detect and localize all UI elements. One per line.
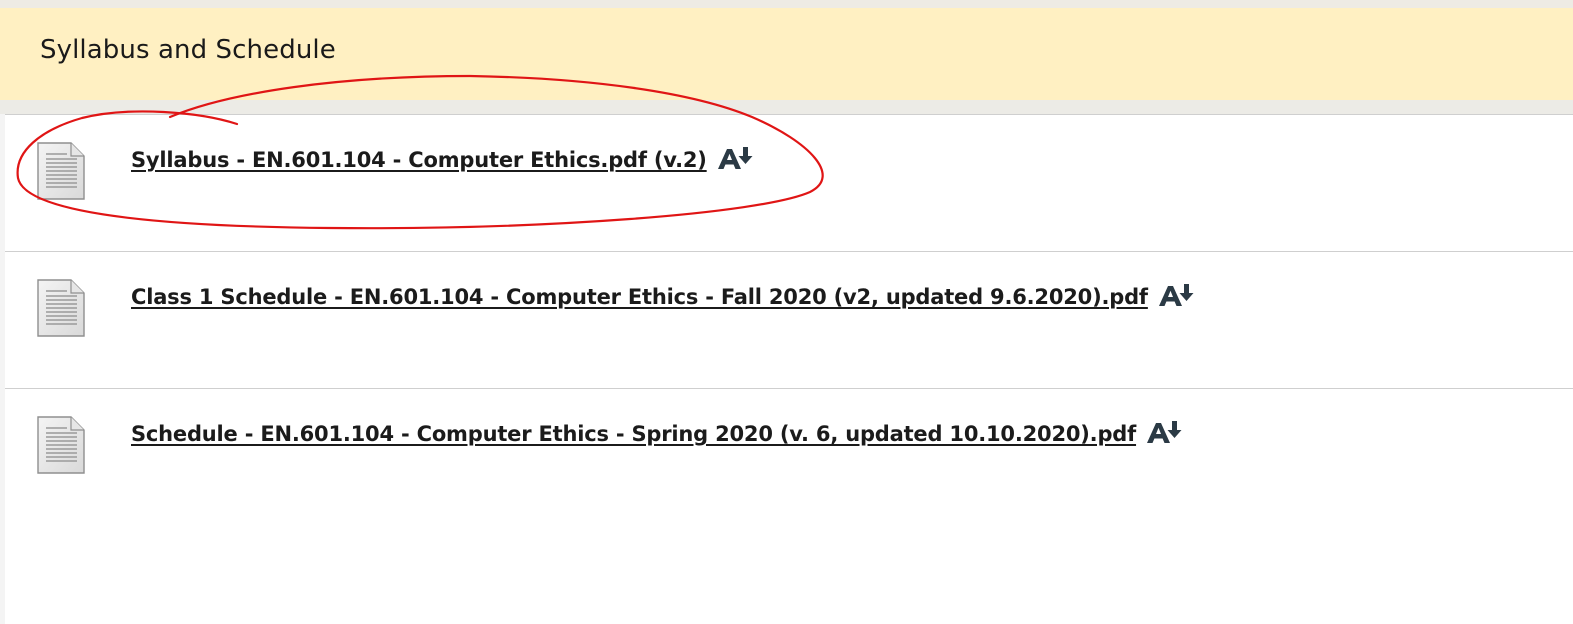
top-strip xyxy=(0,0,1573,8)
download-alternate-format-icon[interactable] xyxy=(717,145,755,171)
document-icon xyxy=(37,279,85,337)
list-item: Syllabus - EN.601.104 - Computer Ethics.… xyxy=(0,115,1573,252)
header-separator xyxy=(0,100,1573,114)
list-left-border xyxy=(0,114,5,624)
file-link-label: Syllabus - EN.601.104 - Computer Ethics.… xyxy=(131,148,707,172)
file-link[interactable]: Syllabus - EN.601.104 - Computer Ethics.… xyxy=(131,145,755,174)
download-alternate-format-icon[interactable] xyxy=(1158,282,1196,308)
list-item: Schedule - EN.601.104 - Computer Ethics … xyxy=(0,389,1573,526)
section-title: Syllabus and Schedule xyxy=(40,35,336,65)
file-link-label: Class 1 Schedule - EN.601.104 - Computer… xyxy=(131,285,1148,309)
file-link[interactable]: Schedule - EN.601.104 - Computer Ethics … xyxy=(131,419,1184,448)
list-item: Class 1 Schedule - EN.601.104 - Computer… xyxy=(0,252,1573,389)
file-list: Syllabus - EN.601.104 - Computer Ethics.… xyxy=(0,114,1573,526)
document-icon xyxy=(37,416,85,474)
section-header: Syllabus and Schedule xyxy=(0,8,1573,100)
download-alternate-format-icon[interactable] xyxy=(1146,419,1184,445)
file-link[interactable]: Class 1 Schedule - EN.601.104 - Computer… xyxy=(131,282,1196,311)
file-link-label: Schedule - EN.601.104 - Computer Ethics … xyxy=(131,422,1137,446)
document-icon xyxy=(37,142,85,200)
